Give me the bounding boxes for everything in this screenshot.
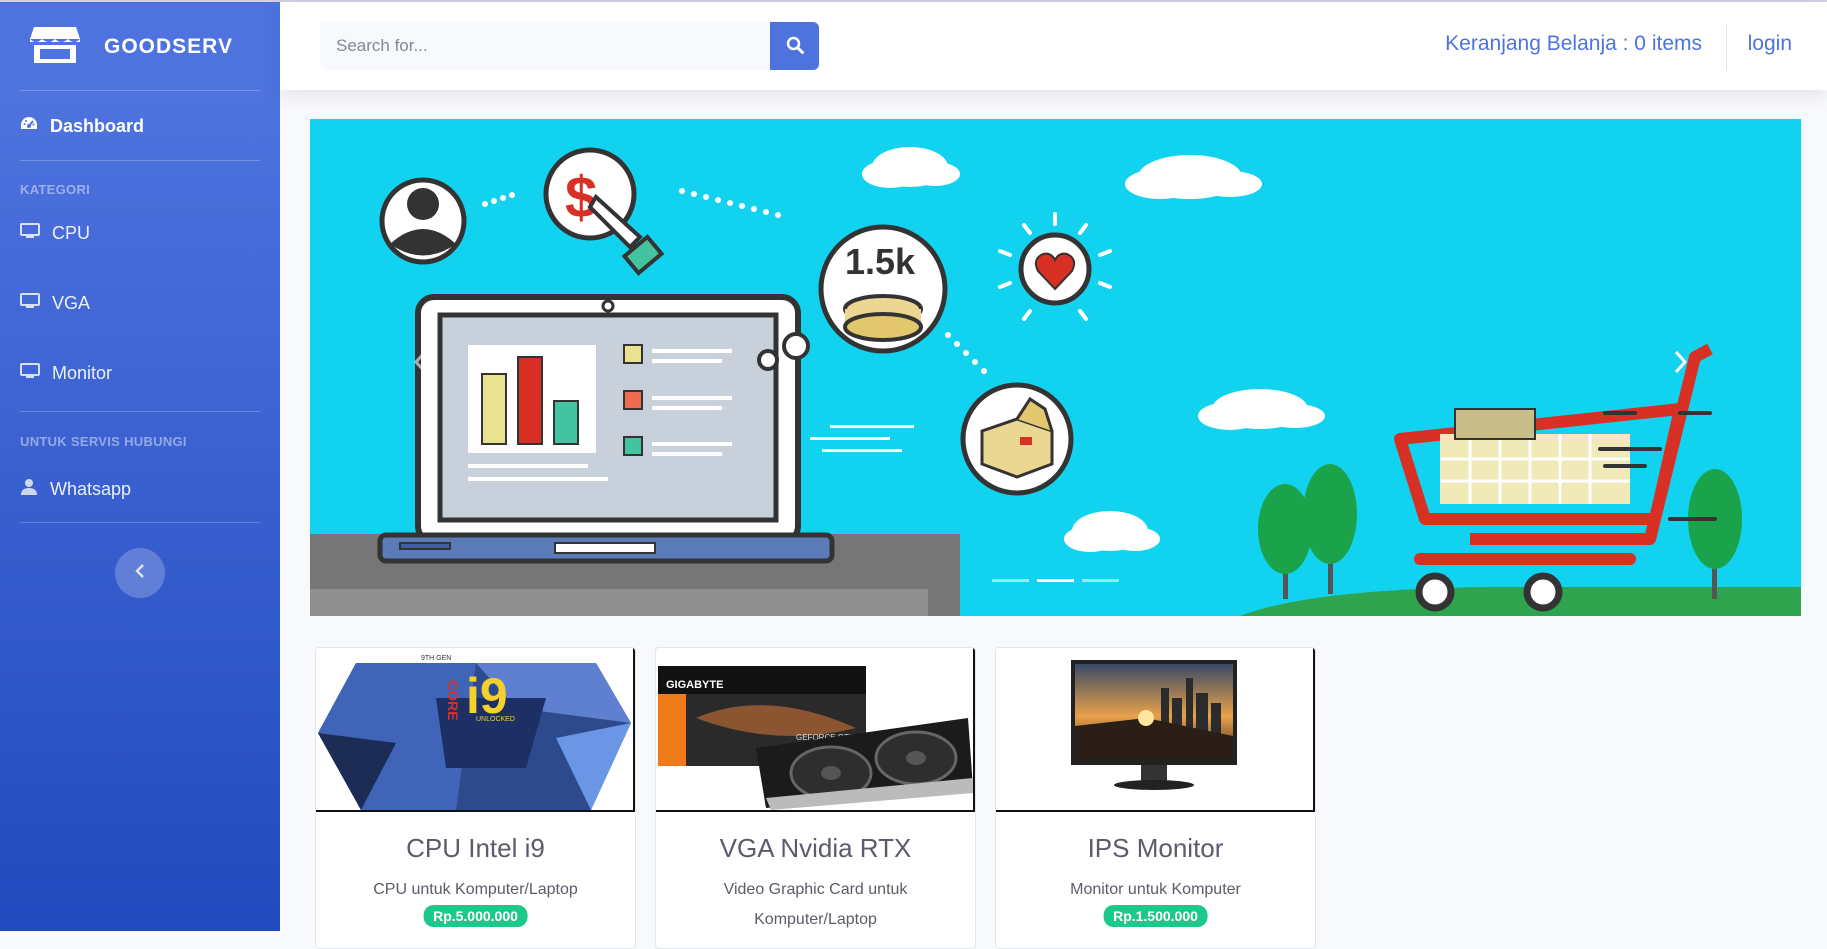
carousel-next-button[interactable] bbox=[1661, 334, 1701, 394]
sidebar-item-label: CPU bbox=[52, 222, 91, 243]
carousel-indicator-1[interactable] bbox=[992, 579, 1029, 582]
sidebar-heading-kategori: KATEGORI bbox=[20, 182, 91, 197]
sidebar-item-label: VGA bbox=[52, 292, 91, 313]
product-image-gigabyte-text: GIGABYTE bbox=[666, 679, 723, 691]
store-icon bbox=[30, 25, 80, 70]
banner-dollar-text: $ bbox=[565, 165, 597, 230]
product-title: IPS Monitor bbox=[1087, 833, 1224, 863]
product-description: Monitor untuk Komputer bbox=[1070, 881, 1241, 898]
chevron-left-icon bbox=[413, 350, 427, 379]
desktop-icon bbox=[20, 292, 40, 314]
sidebar-item-vga[interactable]: VGA bbox=[20, 283, 90, 323]
product-title: VGA Nvidia RTX bbox=[719, 833, 912, 863]
sidebar-heading-service: UNTUK SERVIS HUBUNGI bbox=[20, 434, 187, 449]
search-button[interactable] bbox=[770, 22, 819, 70]
sidebar-item-whatsapp[interactable]: Whatsapp bbox=[20, 469, 131, 509]
product-image-vga: GIGABYTE GEFORCE GTX bbox=[656, 648, 975, 812]
desktop-icon bbox=[20, 222, 40, 244]
product-image-unlocked-text: UNLOCKED bbox=[476, 716, 515, 723]
product-image-cpu: 9TH GEN CORE i9 UNLOCKED bbox=[316, 648, 635, 812]
carousel-indicators bbox=[992, 579, 1119, 582]
brand-link[interactable]: GOODSERV bbox=[30, 22, 233, 72]
product-card-cpu[interactable]: 9TH GEN CORE i9 UNLOCKED CPU Intel i9 CP… bbox=[315, 647, 636, 949]
product-card-vga[interactable]: GIGABYTE GEFORCE GTX VGA Nvidia RTX Vide… bbox=[655, 647, 976, 949]
product-image-monitor bbox=[996, 648, 1315, 812]
desktop-icon bbox=[20, 362, 40, 384]
login-link[interactable]: login bbox=[1748, 32, 1792, 56]
tachometer-icon bbox=[20, 116, 38, 137]
sidebar-item-dashboard[interactable]: Dashboard bbox=[20, 106, 144, 146]
product-image-core-text: CORE bbox=[445, 680, 461, 720]
product-price-badge: Rp.5.000.000 bbox=[423, 905, 528, 927]
product-title: CPU Intel i9 bbox=[406, 833, 545, 863]
sidebar-item-monitor[interactable]: Monitor bbox=[20, 353, 112, 393]
sidebar-divider bbox=[20, 411, 260, 412]
search-input[interactable] bbox=[320, 22, 770, 70]
sidebar-item-label: Monitor bbox=[52, 362, 113, 383]
product-description: CPU untuk Komputer/Laptop bbox=[373, 881, 578, 898]
sidebar: GOODSERV Dashboard KATEGORI CPU VGA Moni… bbox=[0, 2, 280, 931]
sidebar-item-cpu[interactable]: CPU bbox=[20, 213, 90, 253]
brand-name: GOODSERV bbox=[104, 35, 233, 58]
banner-illustration: $ 1.5k bbox=[310, 147, 1801, 616]
topbar: Keranjang Belanja : 0 items login bbox=[280, 2, 1827, 90]
user-icon bbox=[20, 478, 38, 501]
search-group bbox=[320, 22, 819, 70]
chevron-right-icon bbox=[1674, 350, 1688, 379]
sidebar-item-label: Dashboard bbox=[50, 115, 145, 136]
search-icon bbox=[786, 36, 804, 57]
sidebar-divider bbox=[20, 522, 260, 523]
product-price-badge: Rp.1.500.000 bbox=[1103, 905, 1208, 927]
banner-coin-text: 1.5k bbox=[845, 241, 916, 282]
topbar-divider bbox=[1726, 24, 1727, 70]
carousel-indicator-2[interactable] bbox=[1037, 579, 1074, 582]
carousel-prev-button[interactable] bbox=[400, 334, 440, 394]
sidebar-toggle-button[interactable] bbox=[115, 548, 165, 598]
product-card-monitor[interactable]: IPS Monitor Monitor untuk Komputer Rp.1.… bbox=[995, 647, 1316, 949]
chevron-left-icon bbox=[135, 563, 145, 583]
cart-link[interactable]: Keranjang Belanja : 0 items bbox=[1445, 32, 1702, 56]
product-description: Video Graphic Card untuk Komputer/Laptop bbox=[723, 881, 908, 928]
sidebar-item-label: Whatsapp bbox=[50, 478, 132, 499]
banner-carousel[interactable]: $ 1.5k bbox=[310, 119, 1801, 616]
carousel-indicator-3[interactable] bbox=[1082, 579, 1119, 582]
product-image-gen-text: 9TH GEN bbox=[421, 655, 451, 662]
sidebar-divider bbox=[20, 160, 260, 161]
sidebar-divider bbox=[20, 90, 260, 91]
